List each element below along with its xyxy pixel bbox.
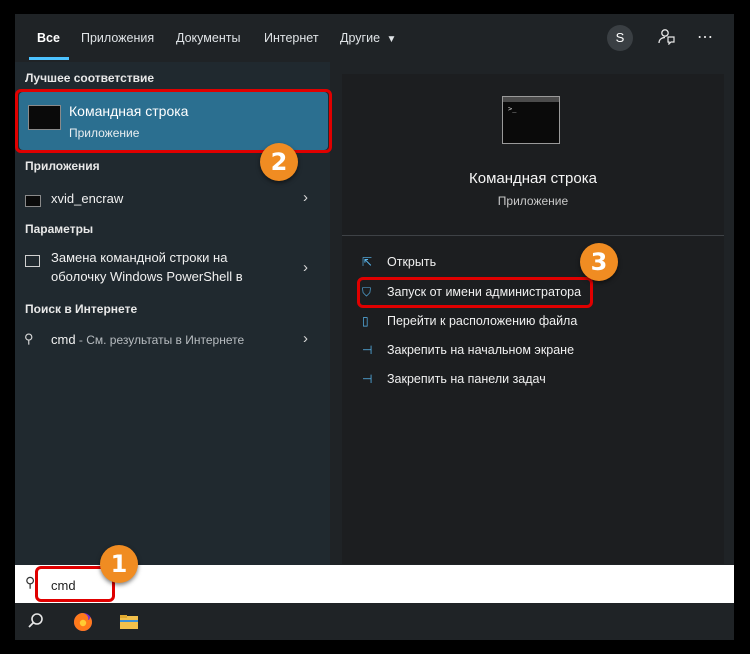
annotation-badge-1: 1 [100,545,138,583]
chevron-right-icon: › [303,189,308,206]
app-result-xvid[interactable]: xvid_encraw › [15,188,330,212]
taskbar [15,603,734,640]
divider [342,235,724,236]
feedback-icon[interactable] [655,27,677,49]
section-web: Поиск в Интернете [25,302,138,316]
open-icon: ⇱ [362,255,373,269]
settings-result-line1: Замена командной строки на [51,250,228,265]
action-pin-to-taskbar-label: Закрепить на панели задач [387,372,546,386]
preview-pane: >_ Командная строка Приложение ⇱ Открыть … [342,74,724,564]
tab-internet[interactable]: Интернет [264,31,319,45]
tab-other[interactable]: Другие ▼ [340,31,396,45]
search-icon[interactable] [26,611,48,633]
tab-active-indicator [29,57,69,60]
search-tabs: Все Приложения Документы Интернет Другие… [15,14,734,62]
chevron-right-icon: › [303,330,308,347]
search-input[interactable] [49,573,653,597]
action-open[interactable]: ⇱ Открыть [362,255,436,269]
section-best-match: Лучшее соответствие [25,71,155,85]
tab-documents[interactable]: Документы [176,31,240,45]
preview-subtitle: Приложение [497,194,569,208]
annotation-badge-3: 3 [580,243,618,281]
icon-prompt: >_ [508,105,517,113]
chevron-down-icon: ▼ [386,34,397,45]
pin-icon: ⊣ [362,372,373,386]
folder-icon: ▯ [362,314,369,328]
action-pin-to-start-label: Закрепить на начальном экране [387,343,575,357]
settings-monitor-icon [25,255,40,267]
settings-result-line2: оболочку Windows PowerShell в [51,269,243,284]
action-pin-to-start[interactable]: ⊣ Закрепить на начальном экране [362,343,574,357]
web-query: cmd [51,332,76,347]
action-open-file-location[interactable]: ▯ Перейти к расположению файла [362,314,577,328]
action-pin-to-taskbar[interactable]: ⊣ Закрепить на панели задач [362,372,546,386]
web-result-cmd[interactable]: ⚲ cmd - См. результаты в Интернете › [15,329,330,353]
avatar[interactable]: S [607,25,633,51]
action-open-file-location-label: Перейти к расположению файла [387,314,578,328]
settings-result-powershell[interactable]: Замена командной строки на оболочку Wind… [15,247,330,291]
tab-all[interactable]: Все [37,31,60,45]
action-open-label: Открыть [387,255,437,269]
more-options-icon[interactable]: ⋯ [694,27,716,49]
section-apps: Приложения [25,159,100,173]
tab-apps[interactable]: Приложения [81,31,154,45]
search-icon: ⚲ [24,331,34,346]
app-window-icon [25,195,41,207]
web-result-label: cmd - См. результаты в Интернете [51,332,244,347]
section-settings: Параметры [25,222,94,236]
chevron-right-icon: › [303,259,308,276]
annotation-box-run-as-admin [357,277,593,308]
preview-title: Командная строка [469,170,597,187]
app-result-label: xvid_encraw [51,191,124,206]
cmd-large-icon: >_ [502,96,560,144]
annotation-badge-2: 2 [260,143,298,181]
firefox-icon[interactable] [72,611,94,633]
icon-titlebar [503,97,559,102]
pin-icon: ⊣ [362,343,373,357]
file-explorer-icon[interactable] [118,611,140,633]
web-query-suffix: - См. результаты в Интернете [75,333,245,347]
tab-other-label: Другие [340,31,381,45]
